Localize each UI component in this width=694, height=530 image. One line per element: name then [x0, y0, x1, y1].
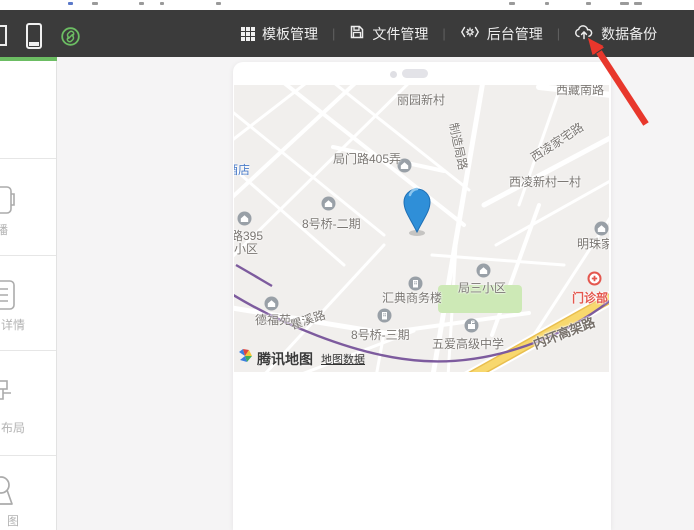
- sidebar-item-label: 图: [0, 512, 36, 529]
- browser-edge-mark: [634, 2, 642, 5]
- menu-template-manage[interactable]: 模板管理: [230, 24, 329, 44]
- menu-separator: |: [439, 26, 448, 41]
- menu-label: 模板管理: [262, 24, 318, 44]
- sidebar-item-carousel[interactable]: 播: [0, 159, 56, 255]
- map-brand: 腾讯地图: [257, 349, 313, 369]
- browser-edge-mark: [620, 2, 629, 5]
- map-attribution: 腾讯地图 地图数据: [237, 348, 365, 369]
- map-data-link[interactable]: 地图数据: [321, 351, 365, 367]
- menu-label: 数据备份: [601, 24, 657, 44]
- browser-edge-mark: [160, 2, 164, 5]
- tencent-map-logo: [237, 348, 253, 369]
- sidebar-item-label: 布局: [0, 419, 36, 436]
- menu-label: 后台管理: [487, 24, 543, 44]
- phone-camera-dot: [390, 71, 397, 78]
- map-location-pin: [234, 85, 609, 372]
- link-icon[interactable]: [61, 27, 80, 46]
- menu-label: 文件管理: [372, 24, 428, 44]
- gear-icon: [460, 24, 480, 43]
- sidebar-item-label: 播: [0, 221, 26, 238]
- save-icon: [349, 24, 365, 43]
- top-toolbar: 模板管理 | 文件管理 | 后台管理: [0, 10, 694, 57]
- sidebar-item-detail[interactable]: 详情: [0, 256, 56, 352]
- menu-backend-manage[interactable]: 后台管理: [449, 24, 554, 44]
- browser-edge-mark: [586, 2, 591, 5]
- component-sidebar: 播 详情 布局 图: [0, 61, 57, 530]
- map-widget[interactable]: 丽园新村西藏南路制造局路西凌家宅路西凌新村一村局门路405弄酒店8号桥-二期路3…: [234, 85, 609, 372]
- sidebar-item-map[interactable]: 图: [0, 456, 56, 530]
- map-pin-icon: [0, 474, 17, 515]
- menu-file-manage[interactable]: 文件管理: [338, 24, 439, 44]
- phone-preview-canvas: 丽园新村西藏南路制造局路西凌家宅路西凌新村一村局门路405弄酒店8号桥-二期路3…: [233, 62, 611, 530]
- browser-edge-mark: [545, 2, 549, 5]
- phone-speaker-pill: [402, 69, 428, 78]
- document-icon: [0, 278, 17, 317]
- toolbar-menu: 模板管理 | 文件管理 | 后台管理: [230, 10, 668, 57]
- grid-icon: [241, 27, 255, 41]
- app-window: 模板管理 | 文件管理 | 后台管理: [0, 0, 694, 530]
- cloud-upload-icon: [574, 24, 594, 43]
- browser-edge-mark: [68, 2, 73, 5]
- menu-data-backup[interactable]: 数据备份: [563, 24, 668, 44]
- menu-separator: |: [329, 26, 338, 41]
- browser-edge-mark: [509, 2, 515, 5]
- browser-edge-mark: [92, 2, 98, 5]
- browser-edge-mark: [139, 2, 144, 5]
- browser-edge-mark: [216, 2, 221, 5]
- carousel-icon: [0, 183, 17, 220]
- sidebar-item-layout[interactable]: 布局: [0, 351, 56, 455]
- phone-preview-icon[interactable]: [26, 23, 42, 49]
- menu-separator: |: [554, 26, 563, 41]
- layout-icon: [0, 379, 17, 420]
- sidebar-item-label: 详情: [0, 316, 36, 333]
- monitor-icon[interactable]: [0, 25, 7, 46]
